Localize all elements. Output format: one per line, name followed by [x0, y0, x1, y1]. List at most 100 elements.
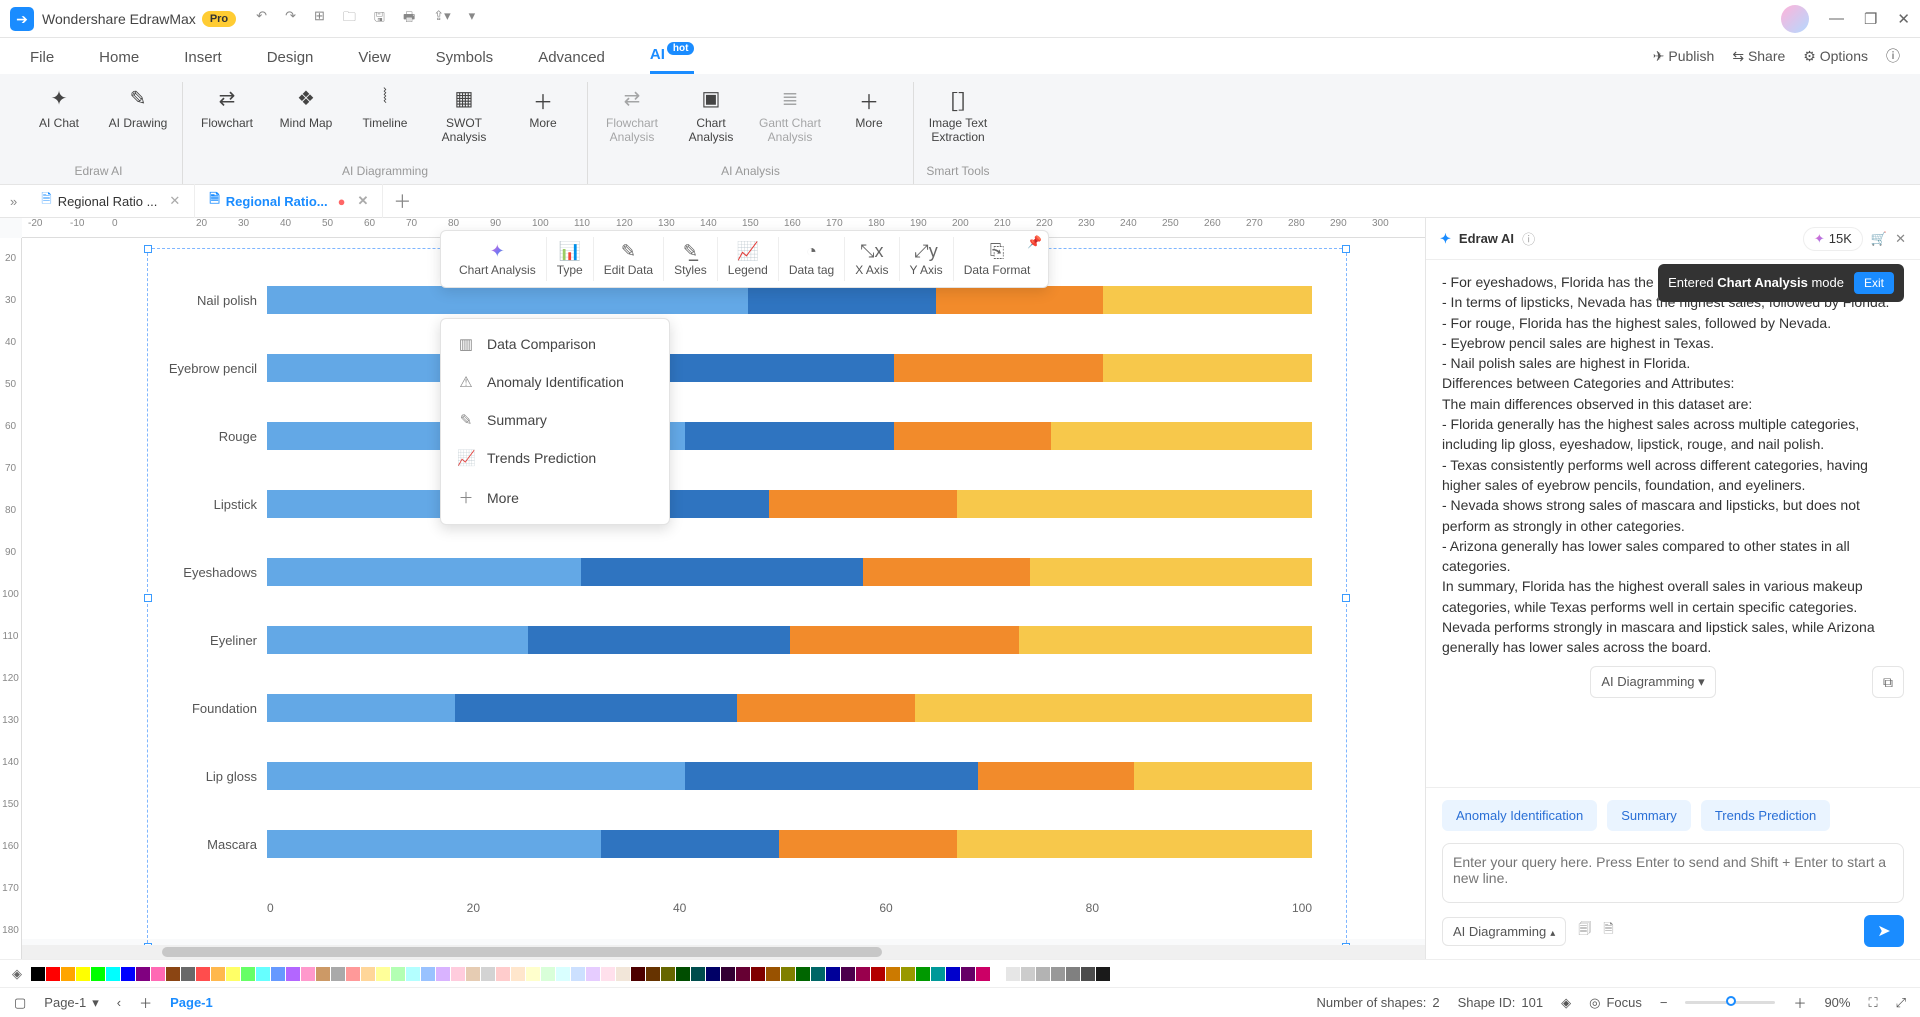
- horizontal-scrollbar[interactable]: [22, 945, 1425, 959]
- color-swatch[interactable]: [1036, 967, 1050, 981]
- color-swatch[interactable]: [31, 967, 45, 981]
- color-swatch[interactable]: [916, 967, 930, 981]
- color-swatch[interactable]: [1051, 967, 1065, 981]
- credits-badge[interactable]: ✦15K: [1803, 227, 1863, 251]
- menu-symbols[interactable]: Symbols: [436, 49, 494, 74]
- color-swatch[interactable]: [616, 967, 630, 981]
- help-button[interactable]: ⓘ: [1886, 46, 1900, 66]
- color-swatch[interactable]: [706, 967, 720, 981]
- color-swatch[interactable]: [1096, 967, 1110, 981]
- color-swatch[interactable]: [166, 967, 180, 981]
- ribbon-mind-map[interactable]: ❖Mind Map: [274, 82, 338, 145]
- page-tab[interactable]: Page-1: [170, 995, 213, 1010]
- zoom-in-button[interactable]: ＋: [1793, 993, 1806, 1012]
- color-swatch[interactable]: [196, 967, 210, 981]
- publish-button[interactable]: ✈ Publish: [1653, 48, 1715, 65]
- menu-insert[interactable]: Insert: [184, 49, 222, 74]
- color-swatch[interactable]: [1006, 967, 1020, 981]
- zoom-out-button[interactable]: −: [1660, 995, 1668, 1010]
- color-swatch[interactable]: [541, 967, 555, 981]
- color-swatch[interactable]: [646, 967, 660, 981]
- color-swatch[interactable]: [256, 967, 270, 981]
- color-swatch[interactable]: [766, 967, 780, 981]
- color-swatch[interactable]: [451, 967, 465, 981]
- color-swatch[interactable]: [691, 967, 705, 981]
- close-panel-button[interactable]: ✕: [1895, 231, 1906, 247]
- color-swatch[interactable]: [91, 967, 105, 981]
- canvas[interactable]: FloridaTexasArizonaNevada Nail polishEye…: [22, 238, 1425, 939]
- color-swatch[interactable]: [76, 967, 90, 981]
- analysis-more[interactable]: ＋More: [441, 477, 669, 518]
- ribbon-ai-chat[interactable]: ✦AI Chat: [27, 82, 91, 130]
- share-button[interactable]: ⇆ Share: [1732, 48, 1785, 65]
- color-swatch[interactable]: [721, 967, 735, 981]
- ribbon-swot-analysis[interactable]: ▦SWOT Analysis: [432, 82, 496, 145]
- color-swatch[interactable]: [301, 967, 315, 981]
- suggestion-anomaly-identification[interactable]: Anomaly Identification: [1442, 800, 1597, 831]
- cart-icon[interactable]: 🛒: [1871, 231, 1887, 247]
- color-swatch[interactable]: [1066, 967, 1080, 981]
- analysis-trends-prediction[interactable]: 📈Trends Prediction: [441, 439, 669, 477]
- ai-diagramming-dropdown[interactable]: AI Diagramming ▾: [1590, 666, 1715, 699]
- color-swatch[interactable]: [946, 967, 960, 981]
- color-swatch[interactable]: [1021, 967, 1035, 981]
- charttool-data-tag[interactable]: ◔Data tag: [779, 237, 845, 281]
- zoom-value[interactable]: 90%: [1824, 995, 1850, 1010]
- attach-icon[interactable]: 🗐: [1578, 920, 1591, 942]
- ribbon-chart-analysis[interactable]: ▣Chart Analysis: [679, 82, 743, 145]
- query-input[interactable]: [1442, 843, 1904, 903]
- color-swatch[interactable]: [211, 967, 225, 981]
- color-swatch[interactable]: [631, 967, 645, 981]
- color-swatch[interactable]: [481, 967, 495, 981]
- export-button[interactable]: ⇪▾: [433, 8, 450, 30]
- color-swatch[interactable]: [286, 967, 300, 981]
- ribbon-more[interactable]: ＋More: [511, 82, 575, 145]
- color-swatch[interactable]: [46, 967, 60, 981]
- exit-mode-button[interactable]: Exit: [1854, 272, 1894, 294]
- ribbon-more[interactable]: ＋More: [837, 82, 901, 145]
- layout-toggle[interactable]: ▢: [14, 995, 26, 1011]
- doc-icon[interactable]: 🗎: [1603, 920, 1613, 942]
- color-swatch[interactable]: [226, 967, 240, 981]
- charttool-y-axis[interactable]: ⤢yY Axis: [900, 237, 954, 281]
- color-swatch[interactable]: [961, 967, 975, 981]
- color-swatch[interactable]: [361, 967, 375, 981]
- color-swatch[interactable]: [346, 967, 360, 981]
- charttool-styles[interactable]: ✎̲Styles: [664, 237, 718, 281]
- color-swatch[interactable]: [826, 967, 840, 981]
- color-swatch[interactable]: [421, 967, 435, 981]
- menu-advanced[interactable]: Advanced: [538, 49, 605, 74]
- analysis-summary[interactable]: ✎Summary: [441, 401, 669, 439]
- color-swatch[interactable]: [1081, 967, 1095, 981]
- selection-handle[interactable]: [1342, 594, 1350, 602]
- suggestion-summary[interactable]: Summary: [1607, 800, 1691, 831]
- help-icon[interactable]: ⓘ: [1522, 229, 1535, 248]
- ribbon-ai-drawing[interactable]: ✎AI Drawing: [106, 82, 170, 130]
- chart[interactable]: FloridaTexasArizonaNevada Nail polishEye…: [162, 283, 1312, 943]
- color-swatch[interactable]: [781, 967, 795, 981]
- fit-button[interactable]: ⛶: [1868, 995, 1877, 1011]
- color-swatch[interactable]: [316, 967, 330, 981]
- selection-handle[interactable]: [1342, 245, 1350, 253]
- more-qa-button[interactable]: ▾: [469, 8, 476, 30]
- color-swatch[interactable]: [796, 967, 810, 981]
- avatar[interactable]: [1781, 5, 1809, 33]
- maximize-button[interactable]: ❐: [1864, 10, 1877, 28]
- color-swatch[interactable]: [856, 967, 870, 981]
- new-button[interactable]: ⊞: [314, 8, 325, 30]
- print-button[interactable]: 🖶: [403, 8, 415, 30]
- zoom-slider[interactable]: [1685, 1001, 1775, 1004]
- color-swatch[interactable]: [376, 967, 390, 981]
- copy-output-button[interactable]: ⧉: [1872, 666, 1904, 698]
- close-tab-icon[interactable]: ✕: [169, 193, 180, 209]
- ribbon-flowchart[interactable]: ⇄Flowchart: [195, 82, 259, 145]
- color-swatch[interactable]: [736, 967, 750, 981]
- open-button[interactable]: 🗀: [343, 8, 356, 30]
- color-swatch[interactable]: [406, 967, 420, 981]
- expand-tabs-button[interactable]: »: [10, 194, 17, 209]
- color-swatch[interactable]: [676, 967, 690, 981]
- close-window-button[interactable]: ✕: [1897, 10, 1910, 28]
- color-swatch[interactable]: [271, 967, 285, 981]
- menu-view[interactable]: View: [358, 49, 390, 74]
- color-swatch[interactable]: [496, 967, 510, 981]
